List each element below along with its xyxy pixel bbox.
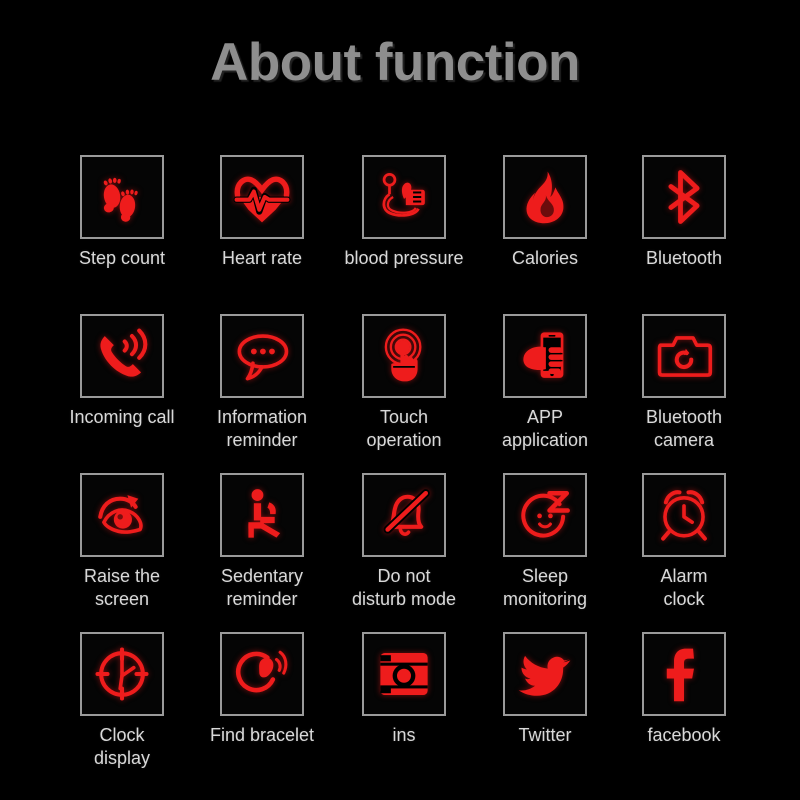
page-title: About function bbox=[210, 33, 580, 92]
icon-frame bbox=[642, 632, 726, 716]
phone-ringing-icon bbox=[100, 328, 148, 377]
heart-pulse-icon bbox=[233, 176, 291, 223]
function-item-label: facebook bbox=[647, 725, 721, 745]
flame-icon bbox=[526, 171, 564, 224]
alarm-clock-icon bbox=[661, 490, 707, 541]
bluetooth-icon bbox=[668, 170, 700, 224]
function-item-label: Bluetooth bbox=[645, 248, 723, 268]
function-item-label: Step count bbox=[78, 248, 166, 268]
bell-slash-icon bbox=[383, 489, 430, 536]
icon-frame bbox=[503, 314, 587, 398]
function-item-sleep-monitoring[interactable]: Sleep monitoring bbox=[475, 468, 615, 611]
function-item-bluetooth-camera[interactable]: Bluetooth camera bbox=[614, 309, 754, 452]
function-item-label: Alarm clock bbox=[660, 566, 708, 609]
icon-frame bbox=[362, 632, 446, 716]
function-item-twitter[interactable]: Twitter bbox=[475, 627, 615, 747]
function-item-bluetooth[interactable]: Bluetooth bbox=[614, 150, 754, 270]
icon-frame bbox=[80, 473, 164, 557]
camera-icon bbox=[657, 336, 713, 377]
function-item-label: Do not disturb mode bbox=[351, 566, 457, 609]
function-item-label: Bluetooth camera bbox=[645, 407, 723, 450]
function-item-label: APP application bbox=[501, 407, 589, 450]
function-icon-grid: Step count Heart rate blood pressure Cal… bbox=[0, 150, 800, 786]
function-item-label: Twitter bbox=[518, 725, 572, 745]
icon-frame bbox=[362, 473, 446, 557]
icon-frame bbox=[220, 155, 304, 239]
icon-frame bbox=[503, 473, 587, 557]
icon-row: Incoming call Information reminder Touch… bbox=[0, 309, 800, 468]
icon-frame bbox=[642, 473, 726, 557]
clock-dial-icon bbox=[95, 647, 149, 701]
icon-frame bbox=[503, 632, 587, 716]
icon-frame bbox=[80, 314, 164, 398]
function-item-heart-rate[interactable]: Heart rate bbox=[192, 150, 332, 270]
function-item-label: Incoming call bbox=[69, 407, 175, 427]
icon-frame bbox=[642, 155, 726, 239]
blood-pressure-monitor-icon bbox=[382, 172, 425, 217]
function-item-calories[interactable]: Calories bbox=[475, 150, 615, 270]
instagram-icon bbox=[380, 653, 428, 695]
icon-frame bbox=[362, 155, 446, 239]
icon-frame bbox=[80, 155, 164, 239]
function-item-label: blood pressure bbox=[344, 248, 464, 268]
function-item-label: Clock display bbox=[93, 725, 151, 768]
icon-frame bbox=[362, 314, 446, 398]
icon-frame bbox=[220, 632, 304, 716]
icon-row: Clock display Find bracelet ins Twitter … bbox=[0, 627, 800, 786]
speech-bubble-icon bbox=[237, 334, 289, 381]
function-item-blood-pressure[interactable]: blood pressure bbox=[334, 150, 474, 270]
icon-frame bbox=[220, 314, 304, 398]
bracelet-vibrate-icon bbox=[235, 650, 288, 693]
function-item-label: Touch operation bbox=[366, 407, 442, 450]
sleep-face-z-icon bbox=[521, 490, 570, 538]
icon-frame bbox=[80, 632, 164, 716]
function-item-label: Sleep monitoring bbox=[502, 566, 588, 609]
function-item-information-reminder[interactable]: Information reminder bbox=[192, 309, 332, 452]
icon-frame bbox=[503, 155, 587, 239]
icon-frame bbox=[642, 314, 726, 398]
function-item-raise-the-screen[interactable]: Raise the screen bbox=[52, 468, 192, 611]
facebook-f-icon bbox=[666, 648, 694, 702]
icon-frame bbox=[220, 473, 304, 557]
function-item-label: ins bbox=[392, 725, 416, 745]
hand-holding-phone-icon bbox=[523, 332, 564, 378]
function-item-clock-display[interactable]: Clock display bbox=[52, 627, 192, 770]
icon-row: Raise the screen Sedentary reminder Do n… bbox=[0, 468, 800, 627]
function-item-alarm-clock[interactable]: Alarm clock bbox=[614, 468, 754, 611]
icon-row: Step count Heart rate blood pressure Cal… bbox=[0, 150, 800, 309]
function-item-label: Sedentary reminder bbox=[220, 566, 304, 609]
function-item-label: Calories bbox=[511, 248, 579, 268]
function-item-step-count[interactable]: Step count bbox=[52, 150, 192, 270]
touch-hand-icon bbox=[384, 328, 422, 382]
function-item-ins[interactable]: ins bbox=[334, 627, 474, 747]
function-item-label: Find bracelet bbox=[209, 725, 315, 745]
about-function-page: About function Step count Heart rate blo… bbox=[0, 0, 800, 800]
function-item-touch-operation[interactable]: Touch operation bbox=[334, 309, 474, 452]
function-item-facebook[interactable]: facebook bbox=[614, 627, 754, 747]
eye-rotate-icon bbox=[98, 495, 143, 534]
sitting-person-icon bbox=[248, 489, 281, 538]
function-item-do-not-disturb[interactable]: Do not disturb mode bbox=[334, 468, 474, 611]
function-item-find-bracelet[interactable]: Find bracelet bbox=[192, 627, 332, 747]
function-item-incoming-call[interactable]: Incoming call bbox=[52, 309, 192, 429]
function-item-app-application[interactable]: APP application bbox=[475, 309, 615, 452]
function-item-label: Information reminder bbox=[216, 407, 308, 450]
twitter-bird-icon bbox=[518, 655, 573, 696]
function-item-label: Heart rate bbox=[221, 248, 303, 268]
footprints-icon bbox=[103, 177, 138, 222]
function-item-label: Raise the screen bbox=[83, 566, 161, 609]
function-item-sedentary-reminder[interactable]: Sedentary reminder bbox=[192, 468, 332, 611]
